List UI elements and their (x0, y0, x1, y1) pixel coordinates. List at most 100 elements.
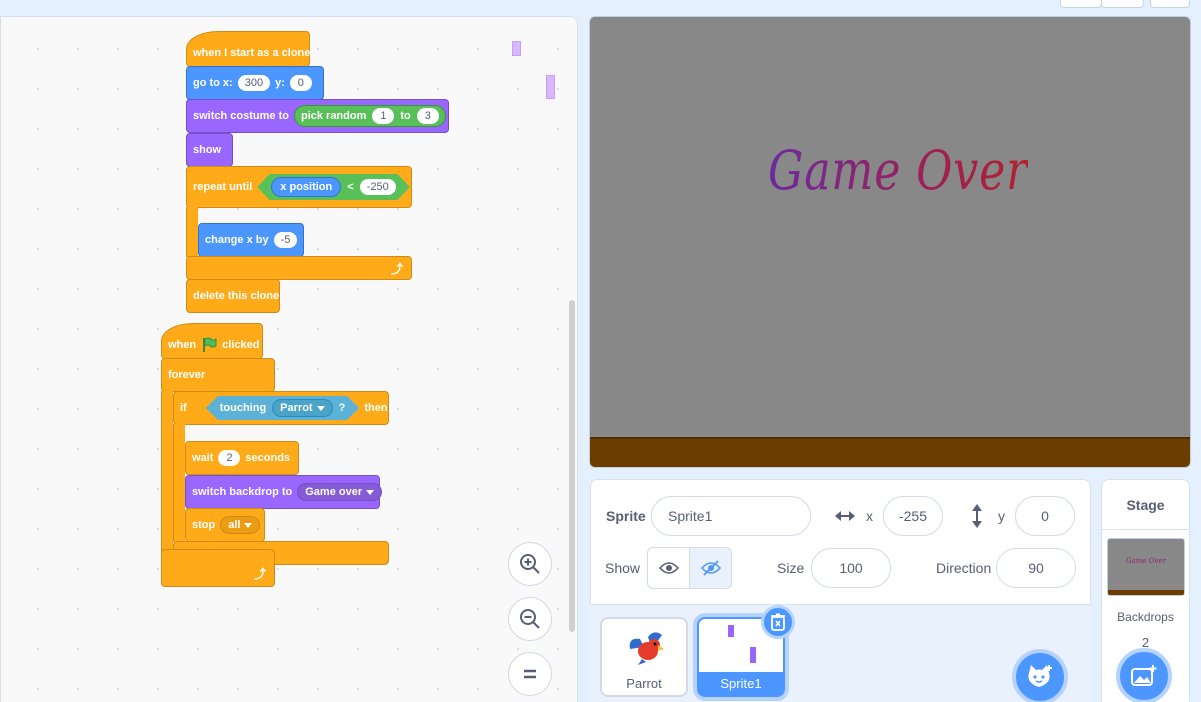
touching-target-value: Parrot (280, 402, 313, 414)
touching-label: touching (219, 402, 267, 414)
direction-value: 90 (1028, 560, 1044, 576)
stage-thumbnail-text: Game Over (1126, 557, 1166, 565)
stop-block[interactable]: stop all (185, 508, 265, 542)
zoom-in-icon (520, 554, 540, 574)
goto-label: go to x: (193, 77, 233, 89)
backdrops-label: Backdrops (1117, 610, 1174, 624)
sprite-label: Sprite (606, 508, 646, 524)
then-label: then (364, 402, 388, 414)
change-label: change x by (205, 234, 269, 246)
backdrop-label: switch backdrop to (192, 486, 293, 498)
sprite-name-input[interactable]: Sprite1 (651, 496, 811, 536)
goto-y-input[interactable]: 0 (289, 75, 312, 91)
switch-backdrop-block[interactable]: switch backdrop to Game over (185, 475, 383, 509)
repeat-end: ⤴ (186, 256, 412, 280)
show-hidden-button[interactable] (689, 548, 731, 588)
repeat-until-block[interactable]: repeat until x position < -250 (186, 166, 412, 208)
zoom-reset-button[interactable] (508, 652, 552, 696)
x-input[interactable]: -255 (883, 496, 943, 536)
y-input[interactable]: 0 (1015, 496, 1075, 536)
eye-slash-icon (700, 560, 721, 576)
random-to-label: to (400, 110, 411, 122)
delete-sprite-button[interactable] (761, 605, 795, 639)
show-toggle[interactable] (647, 547, 732, 589)
change-x-block[interactable]: change x by -5 (198, 223, 304, 257)
size-input[interactable]: 100 (811, 548, 891, 588)
touching-sensor[interactable]: touching Parrot ? (205, 396, 360, 420)
sprite-name: Parrot (626, 676, 662, 691)
fullscreen-button[interactable] (1150, 0, 1190, 8)
size-label: Size (777, 560, 805, 576)
cat-add-icon (1028, 665, 1052, 687)
parrot-thumbnail (629, 632, 664, 665)
chevron-down-icon (316, 405, 325, 411)
x-value: -255 (898, 508, 928, 524)
stage-target-panel[interactable]: Stage Game Over Backdrops 2 (1101, 479, 1190, 702)
x-label: x (866, 508, 873, 524)
direction-input[interactable]: 90 (996, 548, 1076, 588)
sprite-tile-parrot[interactable]: Parrot (600, 617, 688, 697)
goto-y-label: y: (275, 77, 285, 89)
goto-x-input[interactable]: 300 (237, 75, 271, 91)
repeat-arm (186, 207, 198, 257)
change-value-input[interactable]: -5 (273, 232, 298, 248)
horizontal-arrows-icon (835, 511, 855, 521)
touching-target-dropdown[interactable]: Parrot (272, 399, 333, 417)
choose-backdrop-button[interactable] (1116, 648, 1172, 702)
forever-label: forever (168, 369, 206, 381)
wait-block[interactable]: wait 2 seconds (185, 441, 299, 475)
eye-icon (658, 562, 679, 574)
costume-label: switch costume to (193, 110, 289, 122)
show-block[interactable]: show (186, 133, 233, 167)
stop-value: all (228, 519, 241, 531)
when-flag-clicked-block[interactable]: when clicked (161, 323, 263, 359)
sprite-name: Sprite1 (699, 672, 783, 695)
when-start-as-clone-block[interactable]: when I start as a clone (186, 31, 310, 67)
zoom-out-button[interactable] (508, 597, 552, 641)
random-from-input[interactable]: 1 (372, 108, 395, 124)
small-stage-button[interactable] (1060, 0, 1102, 8)
forever-block[interactable]: forever (161, 358, 275, 392)
zoom-out-icon (520, 609, 540, 629)
large-stage-button[interactable] (1101, 0, 1144, 8)
show-label: Show (605, 560, 641, 576)
sprite-list: Parrot Sprite1 (590, 604, 1091, 702)
switch-costume-block[interactable]: switch costume to pick random 1 to 3 (186, 99, 449, 133)
if-then-block[interactable]: if touching Parrot ? then (173, 391, 389, 425)
if-label: if (180, 402, 187, 414)
if-arm (173, 424, 185, 542)
delete-label: delete this clone (193, 290, 280, 302)
go-to-xy-block[interactable]: go to x: 300 y: 0 (186, 66, 324, 100)
workspace-scrollbar[interactable] (569, 300, 575, 632)
wait-value-input[interactable]: 2 (218, 450, 241, 466)
show-label: show (193, 144, 222, 156)
vertical-arrows-icon (972, 504, 982, 528)
stage-canvas[interactable]: Game Over (589, 16, 1191, 468)
seconds-label: seconds (245, 452, 291, 464)
y-value: 0 (1041, 508, 1049, 524)
image-add-icon (1131, 665, 1157, 686)
pick-random-reporter[interactable]: pick random 1 to 3 (293, 105, 446, 127)
stage-thumbnail[interactable]: Game Over (1107, 538, 1185, 596)
green-flag-icon (203, 337, 217, 352)
stop-dropdown[interactable]: all (220, 516, 261, 534)
x-position-reporter[interactable]: x position (271, 177, 342, 197)
pick-random-label: pick random (300, 110, 367, 122)
code-workspace[interactable]: when I start as a clone go to x: 300 y: … (0, 16, 578, 702)
show-visible-button[interactable] (648, 548, 689, 588)
hat-clicked-label: clicked (222, 339, 260, 351)
hat-when-label: when (168, 339, 197, 351)
chevron-down-icon (244, 522, 253, 528)
sprite-name-value: Sprite1 (668, 508, 713, 524)
zoom-in-button[interactable] (508, 542, 552, 586)
less-than-operator[interactable]: x position < -250 (257, 174, 410, 200)
random-to-input[interactable]: 3 (416, 108, 439, 124)
choose-sprite-button[interactable] (1012, 649, 1068, 702)
lt-value-input[interactable]: -250 (359, 179, 396, 195)
backdrop-value: Game over (305, 486, 363, 498)
backdrop-dropdown[interactable]: Game over (297, 483, 383, 501)
size-value: 100 (839, 560, 863, 576)
delete-clone-block[interactable]: delete this clone (186, 279, 280, 313)
sprite-preview-mark (512, 41, 521, 56)
trash-icon (771, 613, 785, 631)
